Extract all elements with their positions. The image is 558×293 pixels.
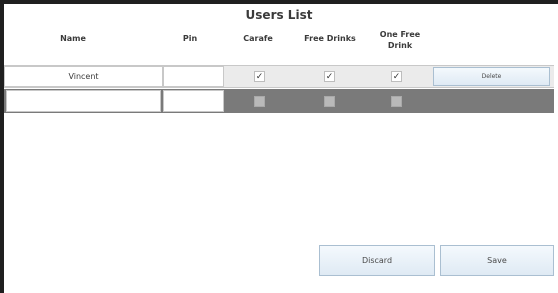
new-name-field[interactable] <box>6 90 161 112</box>
new-one-free-drink-checkbox[interactable] <box>391 96 402 107</box>
column-header-name: Name <box>60 34 86 43</box>
table-row: Vincent ✓ ✓ ✓ Delete <box>4 65 554 88</box>
new-pin-field[interactable] <box>163 90 224 112</box>
free-drinks-checkbox[interactable]: ✓ <box>324 71 335 82</box>
page-title: Users List <box>245 8 313 22</box>
carafe-checkbox[interactable]: ✓ <box>254 71 265 82</box>
discard-button[interactable]: Discard <box>319 245 435 276</box>
column-header-one-free-drink-line1: One Free <box>379 30 421 39</box>
delete-button[interactable]: Delete <box>433 67 550 86</box>
name-field[interactable]: Vincent <box>4 66 163 87</box>
pin-field[interactable] <box>163 66 224 87</box>
column-header-pin: Pin <box>182 34 198 43</box>
new-free-drinks-checkbox[interactable] <box>324 96 335 107</box>
column-header-one-free-drink: One Free Drink <box>372 29 428 51</box>
column-header-carafe: Carafe <box>243 34 273 43</box>
column-header-free-drinks: Free Drinks <box>304 34 356 43</box>
table-row-new <box>4 89 554 113</box>
save-button[interactable]: Save <box>440 245 554 276</box>
new-carafe-checkbox[interactable] <box>254 96 265 107</box>
one-free-drink-checkbox[interactable]: ✓ <box>391 71 402 82</box>
column-header-one-free-drink-line2: Drink <box>387 41 413 50</box>
